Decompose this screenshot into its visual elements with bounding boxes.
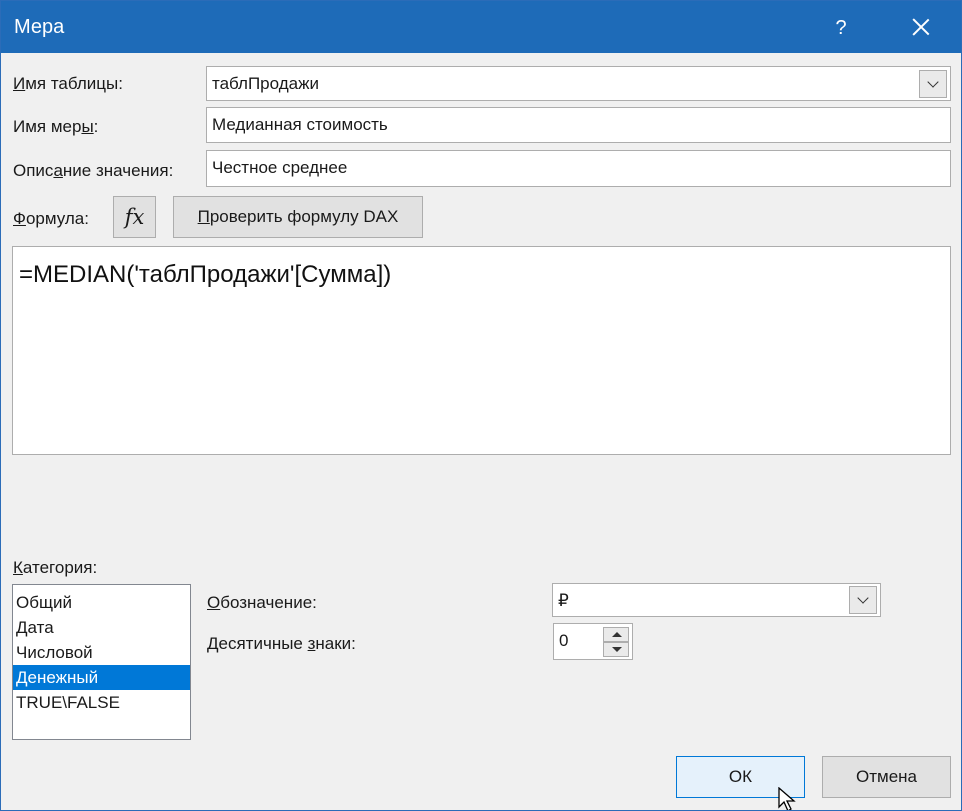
symbol-value: ₽ [558,591,569,610]
decimals-label: Десятичные знаки: [207,634,356,653]
help-button[interactable]: ? [826,13,856,43]
symbol-dropdown[interactable]: ₽ [552,583,881,617]
measure-name-value: Медианная стоимость [212,115,388,134]
category-label: Категория: [13,558,98,577]
category-listbox[interactable]: Общий Дата Числовой Денежный TRUE\FALSE [12,584,191,740]
category-item-numeric[interactable]: Числовой [13,640,190,665]
fx-icon: fx [124,205,145,229]
ok-label: ОК [728,767,753,786]
measure-name-label: Имя меры: [13,117,99,136]
category-item-boolean[interactable]: TRUE\FALSE [13,690,190,715]
symbol-label: Обозначение: [207,593,317,612]
fx-button[interactable]: fx [113,196,156,238]
chevron-down-icon[interactable] [849,586,877,614]
title-bar[interactable]: Мера ? [1,1,961,53]
cancel-button[interactable]: Отмена [822,756,951,798]
decimals-value: 0 [559,631,569,650]
check-dax-formula-label-rest: роверить формулу DAX [209,207,399,226]
spin-up-icon[interactable] [603,627,629,642]
description-input[interactable]: Честное среднее [206,150,951,187]
table-name-label-rest: мя таблицы: [25,74,123,93]
measure-name-input[interactable]: Медианная стоимость [206,107,951,143]
close-button[interactable] [901,9,941,45]
category-item-date[interactable]: Дата [13,615,190,640]
cancel-label: Отмена [856,767,917,786]
mouse-cursor-icon [778,787,796,810]
decimals-stepper[interactable]: 0 [553,623,633,660]
description-value: Честное среднее [212,158,348,177]
check-dax-formula-button[interactable]: Проверить формулу DAX [173,196,423,238]
chevron-down-icon[interactable] [919,70,947,98]
dialog-title: Мера [14,16,65,38]
formula-editor[interactable]: =MEDIAN('таблПродажи'[Сумма]) [12,246,951,455]
spin-down-icon[interactable] [603,642,629,657]
description-label: Описание значения: [13,161,174,180]
formula-label: Формула: [13,209,89,228]
table-name-label: Имя таблицы: [13,74,123,93]
category-item-general[interactable]: Общий [13,590,190,615]
table-name-dropdown[interactable]: таблПродажи [206,66,951,101]
formula-text: =MEDIAN('таблПродажи'[Сумма]) [19,261,392,288]
check-dax-formula-label: Проверить формулу DAX [197,207,399,226]
measure-dialog: Мера ? Имя таблицы: таблПродажи Имя меры… [0,0,962,811]
table-name-value: таблПродажи [212,74,319,93]
category-item-currency[interactable]: Денежный [13,665,190,690]
